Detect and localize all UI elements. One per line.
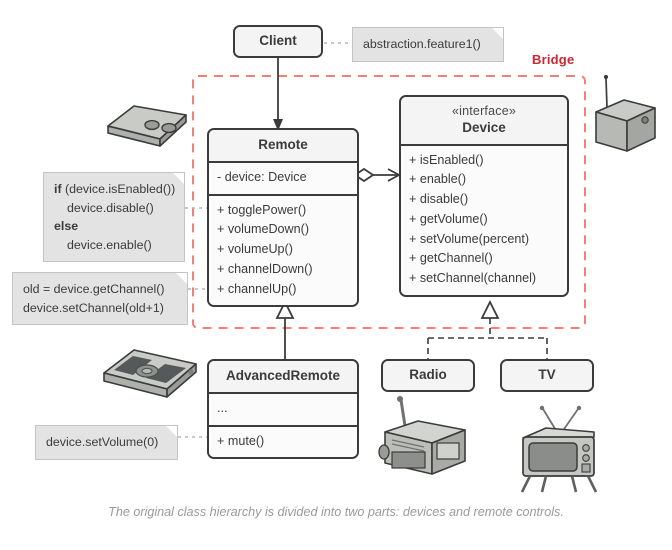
note-line: old = device.getChannel() <box>23 282 165 296</box>
note-fold-corner <box>173 173 184 184</box>
class-method: + setVolume(percent) <box>409 231 530 246</box>
class-stereotype-device: «interface» <box>451 104 517 118</box>
class-methods-device: + isEnabled() + enable() + disable() + g… <box>401 143 567 295</box>
class-box-client[interactable]: Client <box>233 25 323 58</box>
note-fold-corner <box>166 426 177 437</box>
class-method: + mute() <box>217 433 265 448</box>
note-line: abstraction.feature1() <box>363 37 481 51</box>
class-fields-advancedremote: ... <box>209 391 357 425</box>
note-line: device.enable() <box>67 237 152 252</box>
class-method: + channelUp() <box>217 281 297 296</box>
keyword-else: else <box>54 219 79 234</box>
class-fields-remote: - device: Device <box>209 160 357 194</box>
class-box-remote[interactable]: Remote - device: Device + togglePower() … <box>207 128 359 308</box>
note-line: if (device.isEnabled()) <box>54 180 176 199</box>
class-box-advancedremote[interactable]: AdvancedRemote ... + mute() <box>207 359 359 460</box>
class-title-advancedremote: AdvancedRemote <box>209 361 357 392</box>
class-method: + getVolume() <box>409 211 488 226</box>
radio-illustration <box>378 396 466 475</box>
keyword-if: if <box>54 182 62 196</box>
class-methods-advancedremote: + mute() <box>209 424 357 458</box>
class-method: + togglePower() <box>217 202 307 217</box>
class-method: + setChannel(channel) <box>409 271 537 286</box>
note-channel-up: old = device.getChannel() device.setChan… <box>12 272 188 326</box>
device-realization-triangle <box>480 299 500 319</box>
note-client-feature: abstraction.feature1() <box>352 27 504 62</box>
class-methods-remote: + togglePower() + volumeDown() + volumeU… <box>209 193 357 306</box>
note-fold-corner <box>176 273 187 284</box>
bridge-pattern-diagram: Bridge Client abstraction.feature1() Rem… <box>0 0 672 550</box>
class-title-device: «interface» Device <box>401 97 567 144</box>
note-text: (device.isEnabled()) <box>61 182 176 196</box>
class-method: + isEnabled() <box>409 152 484 167</box>
class-field: - device: Device <box>217 169 307 184</box>
class-method: + enable() <box>409 172 467 187</box>
class-title-tv: TV <box>502 361 592 390</box>
bridge-pattern-label: Bridge <box>532 52 575 67</box>
tv-illustration <box>520 405 598 493</box>
class-title-client: Client <box>235 27 321 56</box>
note-line: device.disable() <box>67 200 154 215</box>
diagram-caption: The original class hierarchy is divided … <box>108 505 564 519</box>
class-method: + disable() <box>409 192 469 207</box>
note-fold-corner <box>492 28 503 39</box>
note-mute: device.setVolume(0) <box>35 425 178 460</box>
class-name-device: Device <box>462 119 506 135</box>
class-method: + getChannel() <box>409 251 493 266</box>
note-line: else <box>54 217 174 236</box>
class-box-device[interactable]: «interface» Device + isEnabled() + enabl… <box>399 95 569 297</box>
class-method: + volumeDown() <box>217 222 310 237</box>
class-box-radio[interactable]: Radio <box>381 359 475 392</box>
class-method: + volumeUp() <box>217 242 293 257</box>
class-field: ... <box>217 400 228 415</box>
note-toggle-power: if (device.isEnabled()) device.disable()… <box>43 172 185 263</box>
note-line: device.setVolume(0) <box>46 435 159 449</box>
class-method: + channelDown() <box>217 261 313 276</box>
class-title-radio: Radio <box>383 361 473 390</box>
class-title-remote: Remote <box>209 130 357 161</box>
advanced-remote-illustration <box>103 349 197 398</box>
class-box-tv[interactable]: TV <box>500 359 594 392</box>
simple-remote-illustration <box>107 105 187 147</box>
generic-device-illustration <box>595 74 656 152</box>
note-line: device.setChannel(old+1) <box>23 300 164 315</box>
